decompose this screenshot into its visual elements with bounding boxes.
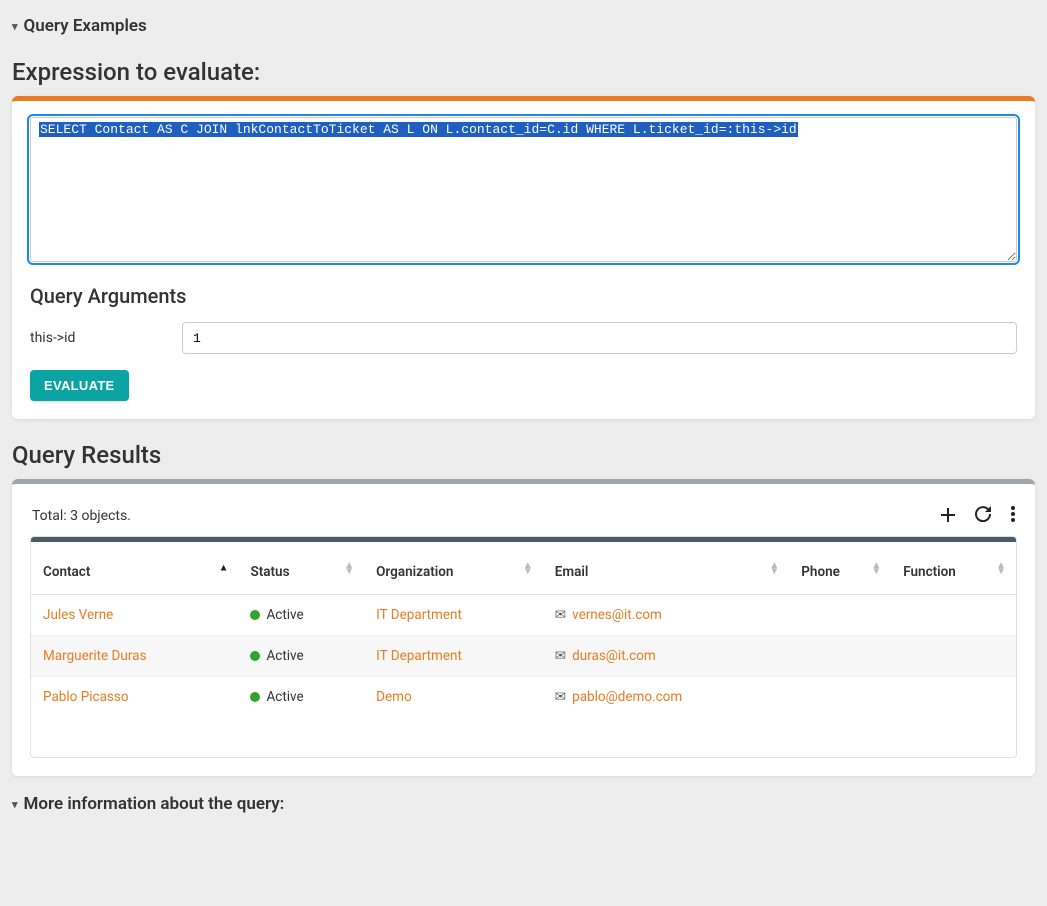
contact-link[interactable]: Jules Verne	[43, 607, 113, 623]
sort-icon: ▲▼	[769, 563, 779, 575]
evaluate-button[interactable]: EVALUATE	[30, 370, 129, 401]
status-dot-icon	[250, 692, 260, 702]
argument-label: this->id	[30, 330, 170, 346]
col-organization-label: Organization	[376, 564, 453, 580]
email-icon: ✉	[555, 648, 566, 664]
query-examples-title: Query Examples	[24, 16, 147, 36]
query-arguments-title: Query Arguments	[30, 284, 1017, 308]
status-dot-icon	[250, 651, 260, 661]
phone-cell	[789, 595, 891, 636]
results-panel: Total: 3 objects. Contact	[12, 479, 1035, 776]
phone-cell	[789, 677, 891, 718]
email-link[interactable]: vernes@it.com	[572, 607, 662, 623]
expression-title: Expression to evaluate:	[12, 58, 1035, 86]
col-status-label: Status	[250, 564, 289, 580]
function-cell	[891, 636, 1016, 677]
status-cell: Active	[238, 595, 364, 636]
results-table-footer	[31, 717, 1016, 757]
more-info-toggle[interactable]: ▾ More information about the query:	[12, 794, 1035, 814]
status-dot-icon	[250, 610, 260, 620]
sort-icon: ▲▼	[523, 563, 533, 575]
organization-link[interactable]: Demo	[376, 689, 412, 705]
contact-link[interactable]: Pablo Picasso	[43, 689, 129, 705]
organization-link[interactable]: IT Department	[376, 607, 462, 623]
query-textarea[interactable]	[30, 117, 1017, 262]
email-link[interactable]: pablo@demo.com	[572, 689, 682, 705]
col-contact-label: Contact	[43, 564, 90, 580]
caret-down-icon: ▾	[12, 20, 18, 33]
results-table-panel: Contact ▲ Status ▲▼ Organization ▲▼ Em	[30, 536, 1017, 758]
organization-link[interactable]: IT Department	[376, 648, 462, 664]
query-examples-toggle[interactable]: ▾ Query Examples	[12, 16, 1035, 36]
sort-icon: ▲▼	[344, 563, 354, 575]
phone-cell	[789, 636, 891, 677]
col-email[interactable]: Email ▲▼	[543, 542, 789, 595]
table-row: Marguerite Duras Active IT Department ✉ dura…	[31, 636, 1016, 677]
add-icon[interactable]	[941, 507, 955, 526]
argument-input[interactable]	[182, 322, 1017, 354]
col-email-label: Email	[555, 564, 589, 580]
results-total: Total: 3 objects.	[32, 508, 131, 524]
function-cell	[891, 677, 1016, 718]
col-status[interactable]: Status ▲▼	[238, 542, 364, 595]
more-info-title: More information about the query:	[24, 794, 285, 814]
results-toolbar: Total: 3 objects.	[30, 500, 1017, 536]
sort-icon: ▲▼	[871, 563, 881, 575]
col-phone[interactable]: Phone ▲▼	[789, 542, 891, 595]
contact-link[interactable]: Marguerite Duras	[43, 648, 146, 664]
email-link[interactable]: duras@it.com	[572, 648, 656, 664]
sort-icon: ▲▼	[996, 563, 1006, 575]
col-organization[interactable]: Organization ▲▼	[364, 542, 543, 595]
col-function-label: Function	[903, 564, 956, 580]
results-table: Contact ▲ Status ▲▼ Organization ▲▼ Em	[31, 542, 1016, 717]
expression-panel: SELECT Contact AS C JOIN lnkContactToTic…	[12, 96, 1035, 419]
argument-row: this->id	[30, 322, 1017, 354]
table-row: Jules Verne Active IT Department ✉ vernes@it…	[31, 595, 1016, 636]
more-icon[interactable]	[1011, 506, 1015, 526]
col-phone-label: Phone	[801, 564, 840, 580]
refresh-icon[interactable]	[975, 506, 991, 526]
email-icon: ✉	[555, 689, 566, 705]
table-row: Pablo Picasso Active Demo ✉ pablo@demo.com	[31, 677, 1016, 718]
function-cell	[891, 595, 1016, 636]
caret-down-icon: ▾	[12, 798, 18, 811]
col-function[interactable]: Function ▲▼	[891, 542, 1016, 595]
email-icon: ✉	[555, 607, 566, 623]
query-results-title: Query Results	[12, 441, 1035, 469]
col-contact[interactable]: Contact ▲	[31, 542, 238, 595]
sort-icon: ▲	[219, 566, 229, 572]
status-cell: Active	[238, 636, 364, 677]
status-cell: Active	[238, 677, 364, 718]
